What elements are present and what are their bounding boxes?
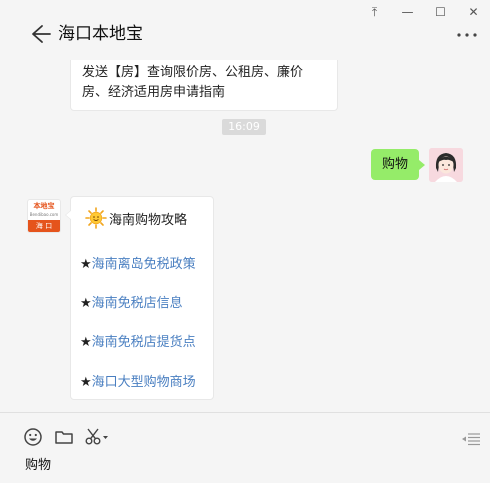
folder-icon[interactable] bbox=[54, 427, 74, 447]
more-dots-icon[interactable] bbox=[456, 30, 478, 40]
pin-button[interactable]: ⤒ bbox=[358, 0, 391, 24]
link-shopping-malls[interactable]: 海口大型购物商场 bbox=[92, 375, 196, 390]
user-avatar[interactable] bbox=[429, 148, 463, 182]
chat-title: 海口本地宝 bbox=[58, 24, 143, 44]
back-arrow-icon[interactable] bbox=[28, 22, 52, 46]
avatar-brand-text: 本地宝 bbox=[33, 202, 55, 210]
previous-message-bubble: 发送【房】查询限价房、公租房、廉价 房、经济适用房申请指南 bbox=[70, 60, 338, 111]
emoji-icon[interactable] bbox=[23, 427, 43, 447]
scissors-icon[interactable] bbox=[84, 427, 110, 447]
star-bullet: ★ bbox=[80, 375, 92, 390]
link-duty-free-policy[interactable]: 海南离岛免税政策 bbox=[92, 257, 196, 272]
card-title: 海南购物攻略 bbox=[109, 212, 188, 228]
card-header: 海南购物攻略 bbox=[85, 207, 187, 229]
minimize-button[interactable]: — bbox=[391, 0, 424, 24]
star-bullet: ★ bbox=[80, 335, 92, 350]
previous-message-line: 房、经济适用房申请指南 bbox=[82, 85, 226, 100]
official-account-avatar[interactable]: 本地宝 Bendibao.com 海 口 bbox=[27, 199, 61, 233]
link-row: ★海南离岛免税政策 bbox=[80, 256, 196, 274]
link-duty-free-shop-info[interactable]: 海南免税店信息 bbox=[92, 296, 183, 311]
message-input-text[interactable]: 购物 bbox=[25, 457, 51, 475]
close-button[interactable]: ✕ bbox=[457, 0, 490, 24]
link-row: ★海口大型购物商场 bbox=[80, 374, 196, 392]
incoming-message-card: 海南购物攻略 ★海南离岛免税政策 ★海南免税店信息 ★海南免税店提货点 ★海口大… bbox=[65, 196, 214, 400]
link-row: ★海南免税店信息 bbox=[80, 295, 183, 313]
chat-area[interactable]: 发送【房】查询限价房、公租房、廉价 房、经济适用房申请指南 16:09 购物 本… bbox=[0, 60, 490, 412]
avatar-city-label: 海 口 bbox=[28, 220, 60, 232]
outgoing-message-bubble[interactable]: 购物 bbox=[371, 149, 425, 180]
link-pickup-points[interactable]: 海南免税店提货点 bbox=[92, 335, 196, 350]
window-controls: ⤒ — ☐ ✕ bbox=[358, 0, 490, 24]
link-row: ★海南免税店提货点 bbox=[80, 334, 196, 352]
sun-icon bbox=[85, 207, 107, 229]
previous-message-line: 发送【房】查询限价房、公租房、廉价 bbox=[82, 65, 304, 80]
user-avatar-image bbox=[429, 148, 463, 182]
star-bullet: ★ bbox=[80, 257, 92, 272]
star-bullet: ★ bbox=[80, 296, 92, 311]
avatar-brand-url: Bendibao.com bbox=[29, 212, 59, 217]
message-input-area[interactable]: 购物 bbox=[0, 413, 490, 483]
maximize-button[interactable]: ☐ bbox=[424, 0, 457, 24]
timestamp: 16:09 bbox=[222, 119, 266, 135]
send-icon[interactable] bbox=[461, 432, 481, 446]
